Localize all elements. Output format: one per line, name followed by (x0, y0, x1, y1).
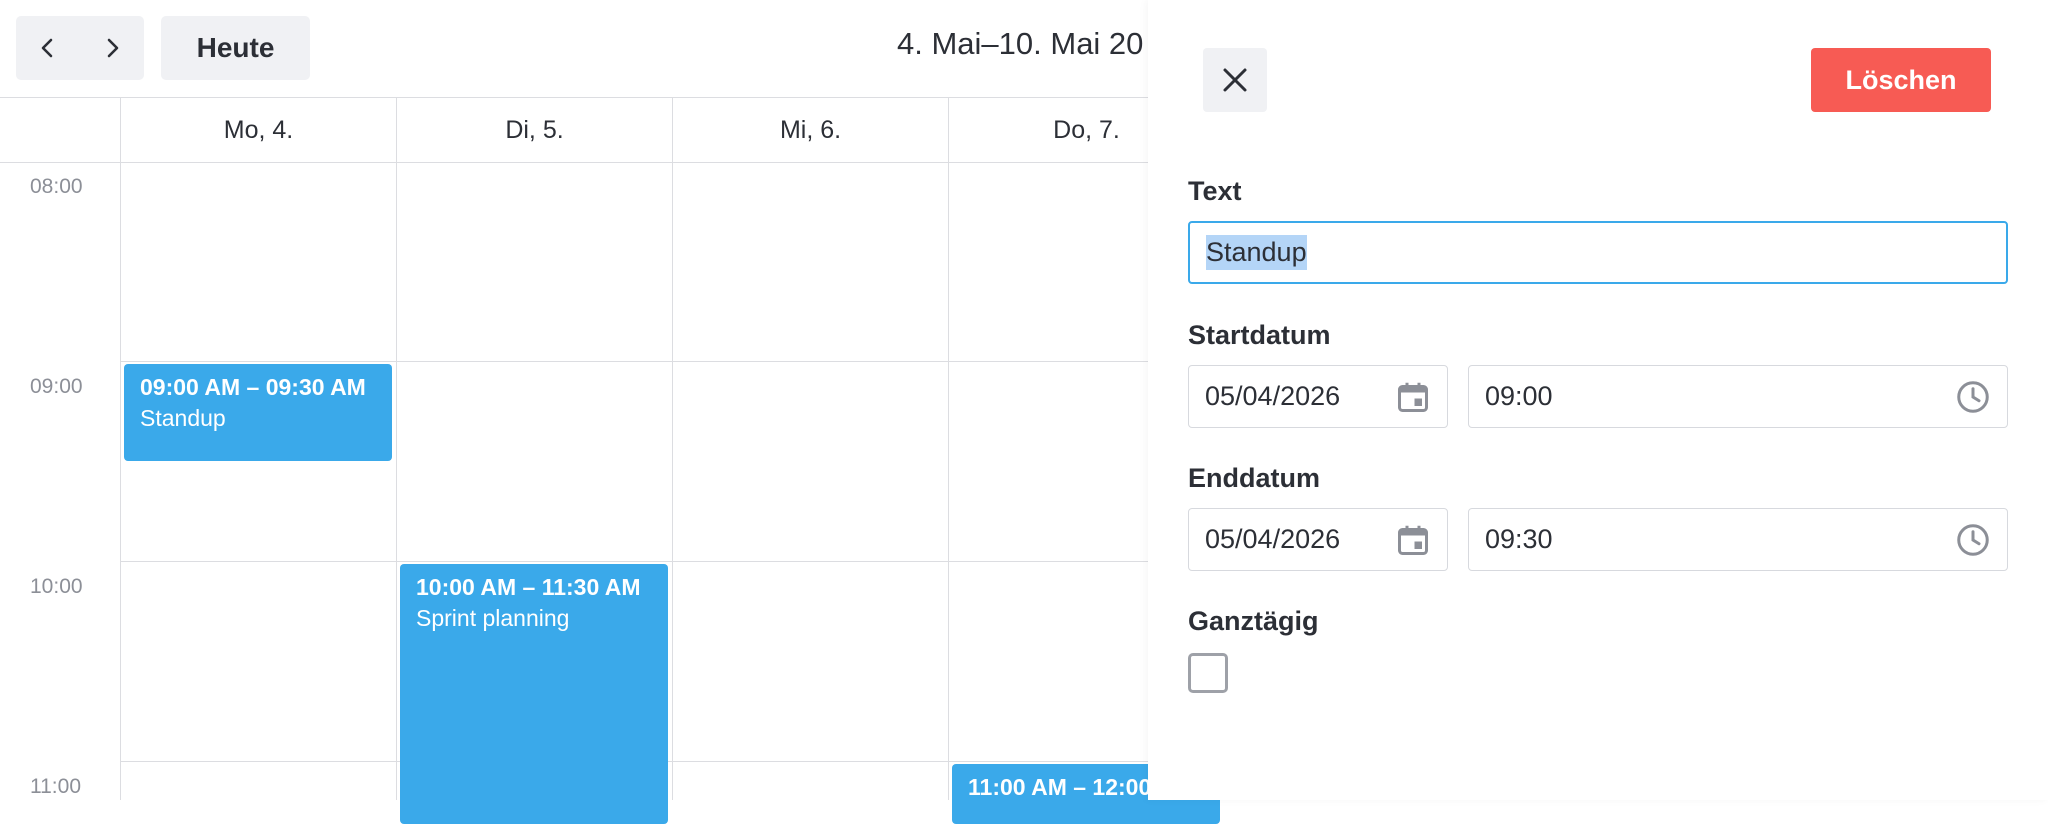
day-header: Mo, 4. (120, 98, 396, 162)
event-standup[interactable]: 09:00 AM – 09:30 AM Standup (124, 364, 392, 461)
start-time-input[interactable]: 09:00 (1468, 365, 2008, 428)
calendar-icon[interactable] (1395, 522, 1431, 558)
end-date-value: 05/04/2026 (1205, 524, 1341, 554)
prev-week-button[interactable] (16, 16, 80, 80)
event-time: 09:00 AM – 09:30 AM (140, 374, 366, 400)
column-divider (672, 163, 673, 800)
event-text-input[interactable]: Standup (1188, 221, 2008, 284)
all-day-label: Ganztägig (1188, 606, 1319, 636)
time-label: 10:00 (30, 575, 83, 598)
chevron-left-icon (41, 38, 53, 58)
time-label: 08:00 (30, 175, 83, 198)
event-time: 10:00 AM – 11:30 AM (416, 574, 641, 600)
text-field-label: Text (1188, 176, 1242, 206)
today-button[interactable]: Heute (161, 16, 310, 80)
event-title: Sprint planning (416, 605, 570, 631)
end-date-label: Enddatum (1188, 463, 1320, 493)
day-header: Di, 5. (396, 98, 672, 162)
start-date-label: Startdatum (1188, 320, 1331, 350)
day-header: Mi, 6. (672, 98, 948, 162)
date-range-title: 4. Mai–10. Mai 20 (897, 26, 1144, 61)
start-date-input[interactable]: 05/04/2026 (1188, 365, 1448, 428)
event-text-value: Standup (1206, 235, 1307, 270)
event-sprint-planning[interactable]: 10:00 AM – 11:30 AM Sprint planning (400, 564, 668, 824)
end-time-value: 09:30 (1485, 524, 1553, 554)
time-label: 09:00 (30, 375, 83, 398)
end-time-input[interactable]: 09:30 (1468, 508, 2008, 571)
nav-button-group (16, 16, 144, 80)
all-day-checkbox[interactable] (1188, 653, 1228, 693)
calendar-icon[interactable] (1395, 379, 1431, 415)
column-divider (948, 163, 949, 800)
clock-icon[interactable] (1955, 522, 1991, 558)
time-label: 11:00 (30, 775, 81, 798)
start-time-value: 09:00 (1485, 381, 1553, 411)
column-divider (396, 163, 397, 800)
close-icon (1223, 68, 1247, 92)
clock-icon[interactable] (1955, 379, 1991, 415)
chevron-right-icon (107, 38, 119, 58)
next-week-button[interactable] (80, 16, 144, 80)
column-divider (120, 163, 121, 800)
start-date-value: 05/04/2026 (1205, 381, 1341, 411)
end-date-input[interactable]: 05/04/2026 (1188, 508, 1448, 571)
close-button[interactable] (1203, 48, 1267, 112)
delete-button[interactable]: Löschen (1811, 48, 1991, 112)
event-edit-panel: Löschen Text Standup Startdatum 05/04/20… (1148, 0, 2048, 800)
event-title: Standup (140, 405, 226, 431)
